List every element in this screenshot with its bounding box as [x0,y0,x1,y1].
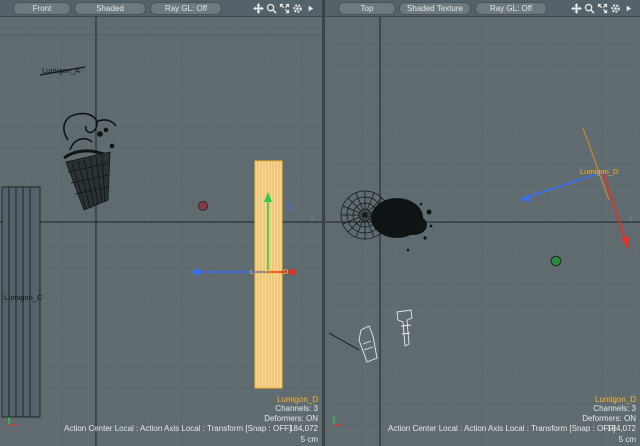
raygl-dropdown[interactable]: Ray GL: Off [150,2,222,15]
top-channels-count: Channels: 3 [593,404,636,413]
top-viewport-toolbar: Top Shaded Texture Ray GL: Off [325,0,640,17]
zoom-view-icon[interactable] [265,2,277,14]
lumigon-c-mesh[interactable] [1,186,41,418]
deformers-state: Deformers: ON [264,413,318,423]
move-view-icon[interactable] [252,2,264,14]
top-viewport-scene[interactable] [325,0,640,446]
top-raygl-dropdown[interactable]: Ray GL: Off [475,2,547,15]
action-center-marker[interactable] [198,201,208,211]
front-action-status: Action Center Local : Action Axis Local … [64,424,292,433]
top-viewport-nav-icons [570,1,634,15]
lumigon-c-label[interactable]: Lumigon_C [4,293,42,302]
top-item-info: Lumigon_D Channels: 3 Deformers: ON [582,395,636,424]
shading-dropdown[interactable]: Shaded [74,2,146,15]
top-grid [325,16,640,446]
viewport-options-icon[interactable] [291,2,303,14]
front-poly-count: 184,072 [289,424,318,433]
viewport-nav-icons [252,1,316,15]
zoom-view-icon[interactable] [583,2,595,14]
maximize-viewport-icon[interactable] [596,2,608,14]
viewport-options-icon[interactable] [609,2,621,14]
top-lumigon-d-label[interactable]: Lumigon_D [580,167,618,176]
modo-workspace: Lumigon_A Lumigon_C Lumigon_D X Front Sh… [0,0,640,446]
top-axis-x-label: X [629,217,634,223]
top-deformers-state: Deformers: ON [582,413,636,423]
lumigon-a-label[interactable]: Lumigon_A [42,66,80,75]
lumigon-d-label[interactable]: Lumigon_D [250,267,288,276]
top-action-center-marker[interactable] [550,255,562,267]
top-viewport[interactable]: Lumigon_D X Top Shaded Texture Ray GL: O… [325,0,640,446]
top-view-mode-dropdown[interactable]: Top [338,2,396,15]
move-view-icon[interactable] [570,2,582,14]
view-mode-dropdown[interactable]: Front [13,2,71,15]
top-shading-dropdown[interactable]: Shaded Texture [399,2,471,15]
viewport-menu-arrow-icon[interactable] [622,2,634,14]
top-poly-count: 184,072 [607,424,636,433]
front-viewport-toolbar: Front Shaded Ray GL: Off [0,0,322,17]
maximize-viewport-icon[interactable] [278,2,290,14]
selected-item-name: Lumigon_D [277,394,318,404]
front-viewport[interactable]: Lumigon_A Lumigon_C Lumigon_D X Front Sh… [0,0,322,446]
top-selected-item-name: Lumigon_D [595,394,636,404]
top-grid-size: 5 cm [618,435,636,444]
front-item-info: Lumigon_D Channels: 3 Deformers: ON [264,395,318,424]
top-action-status: Action Center Local : Action Axis Local … [388,424,616,433]
channels-count: Channels: 3 [275,404,318,413]
front-grid-size: 5 cm [300,435,318,444]
front-axis-x-label: X [310,217,315,223]
viewport-menu-arrow-icon[interactable] [304,2,316,14]
